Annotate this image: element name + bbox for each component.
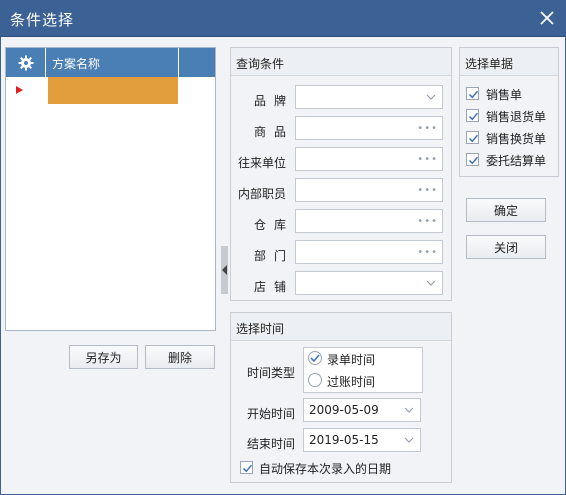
ellipsis-icon[interactable]: •••: [417, 185, 438, 196]
warehouse-lookup[interactable]: •••: [295, 209, 443, 233]
gear-icon[interactable]: [6, 48, 46, 77]
time-type-label: 时间类型: [247, 366, 296, 380]
sales-doc-checkbox[interactable]: [466, 87, 479, 100]
posting-time-label[interactable]: 过账时间: [327, 373, 375, 390]
partner-label: 往来单位: [238, 156, 287, 170]
staff-lookup[interactable]: •••: [295, 178, 443, 202]
panel-splitter[interactable]: [221, 246, 228, 294]
sales-exchange-checkbox[interactable]: [466, 131, 479, 144]
collapse-left-icon: [222, 265, 227, 275]
chevron-down-icon: [426, 280, 436, 286]
start-time-label: 开始时间: [247, 407, 296, 421]
time-select-title: 选择时间: [231, 313, 451, 341]
window-title: 条件选择: [10, 11, 75, 29]
department-label: 部门: [254, 249, 286, 263]
autosave-date-checkbox[interactable]: [240, 461, 253, 474]
product-label: 商品: [254, 125, 286, 139]
end-date-value: 2019-05-15: [309, 433, 379, 447]
scheme-grid: 方案名称: [5, 47, 216, 331]
start-date-value: 2009-05-09: [309, 403, 379, 417]
consignment-settlement-checkbox[interactable]: [466, 153, 479, 166]
save-as-button[interactable]: 另存为: [69, 345, 138, 369]
store-dropdown[interactable]: [295, 271, 443, 295]
column-header-scheme-name[interactable]: 方案名称: [52, 55, 100, 72]
entry-time-label[interactable]: 录单时间: [327, 351, 375, 368]
department-lookup[interactable]: •••: [295, 240, 443, 264]
column-separator: [178, 48, 179, 77]
query-conditions-title: 查询条件: [231, 48, 451, 76]
posting-time-radio[interactable]: [308, 373, 322, 387]
ellipsis-icon[interactable]: •••: [417, 123, 438, 134]
document-select-title: 选择单据: [460, 48, 558, 76]
close-icon[interactable]: [536, 7, 558, 29]
chevron-down-icon: [426, 94, 436, 100]
product-lookup[interactable]: •••: [295, 116, 443, 140]
store-label: 店铺: [254, 280, 286, 294]
grid-header: 方案名称: [6, 48, 215, 77]
ellipsis-icon[interactable]: •••: [417, 216, 438, 227]
sales-return-label[interactable]: 销售退货单: [486, 108, 546, 125]
chevron-down-icon: [404, 407, 414, 413]
title-bar: 条件选择: [0, 0, 566, 37]
sales-return-checkbox[interactable]: [466, 109, 479, 122]
table-row[interactable]: [6, 77, 215, 104]
autosave-date-label[interactable]: 自动保存本次录入的日期: [259, 460, 391, 477]
chevron-down-icon: [404, 437, 414, 443]
warehouse-label: 仓库: [254, 218, 286, 232]
brand-dropdown[interactable]: [295, 85, 443, 109]
ellipsis-icon[interactable]: •••: [417, 154, 438, 165]
end-time-label: 结束时间: [247, 437, 296, 451]
brand-label: 品牌: [254, 94, 286, 108]
ellipsis-icon[interactable]: •••: [417, 247, 438, 258]
staff-label: 内部职员: [238, 187, 287, 201]
ok-button[interactable]: 确定: [466, 198, 546, 222]
entry-time-radio[interactable]: [308, 351, 322, 365]
row-marker-icon: [16, 86, 23, 94]
start-date-picker[interactable]: 2009-05-09: [303, 398, 421, 422]
close-button[interactable]: 关闭: [466, 235, 546, 259]
sales-doc-label[interactable]: 销售单: [486, 86, 522, 103]
partner-lookup[interactable]: •••: [295, 147, 443, 171]
consignment-settlement-label[interactable]: 委托结算单: [486, 152, 546, 169]
end-date-picker[interactable]: 2019-05-15: [303, 428, 421, 452]
sales-exchange-label[interactable]: 销售换货单: [486, 130, 546, 147]
scheme-name-cell[interactable]: [48, 77, 178, 104]
delete-button[interactable]: 删除: [145, 345, 215, 369]
